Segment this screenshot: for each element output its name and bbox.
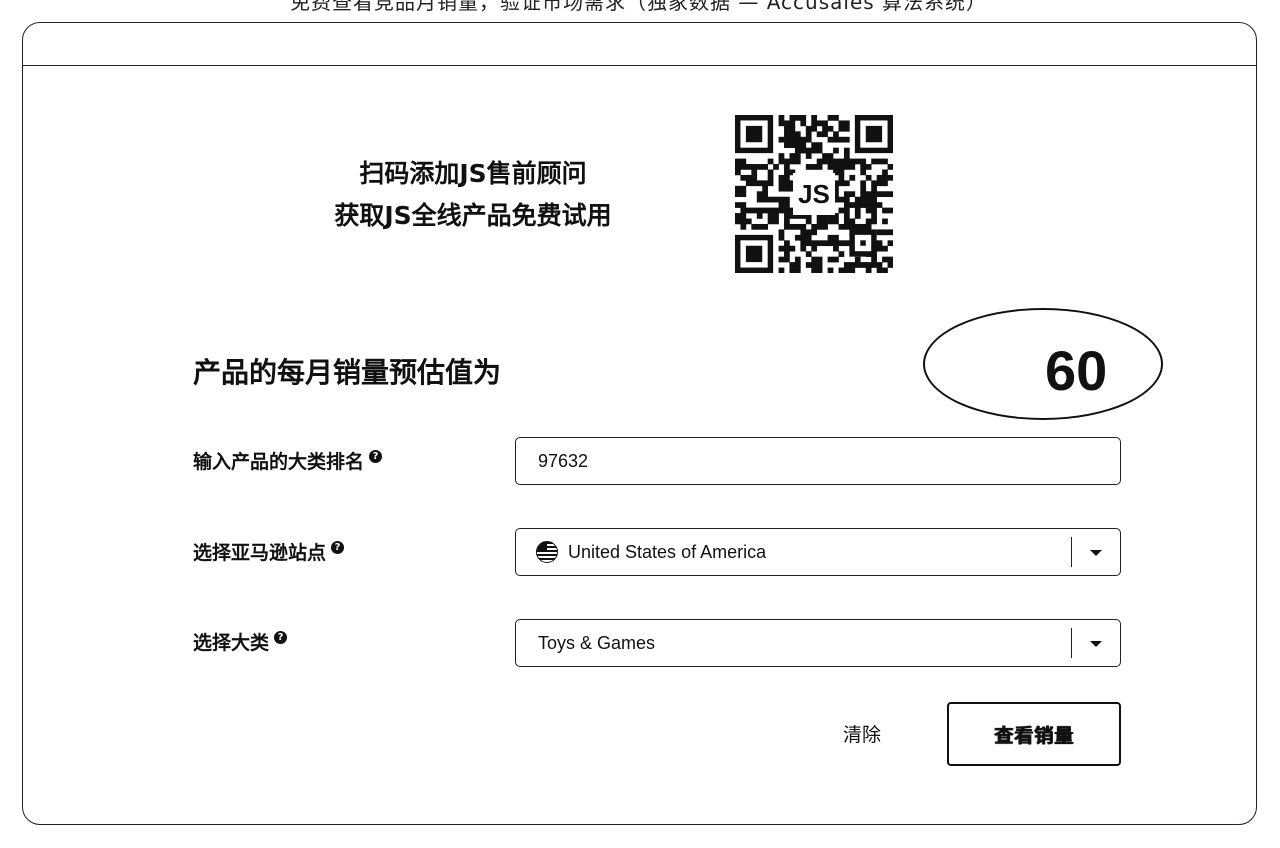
qr-code-icon: JS [735,115,893,273]
rank-label-row: 输入产品的大类排名 ? [193,447,383,474]
promo-line-1: 扫码添加JS售前顾问 [359,159,587,188]
top-banner: 免费查看竞品月销量，验证市场需求（独家数据 — Accusales 算法系统） [0,0,1280,22]
category-select-value[interactable]: Toys & Games [516,633,655,654]
rank-input-value[interactable]: 97632 [516,451,588,472]
site-label-row: 选择亚马逊站点 ? [193,538,345,565]
site-select[interactable]: United States of America [515,528,1121,576]
site-select-value[interactable]: United States of America [568,542,766,563]
help-icon[interactable]: ? [331,541,345,554]
sales-estimator-card: 扫码添加JS售前顾问 获取JS全线产品免费试用 JS 产品的每月销量预估值为 6… [22,22,1257,825]
category-select[interactable]: Toys & Games [515,619,1121,667]
query-sales-button[interactable]: 查看销量 [947,702,1121,766]
category-label: 选择大类 [193,632,270,654]
result-highlight-oval [923,308,1163,420]
chevron-down-icon[interactable] [1090,550,1102,556]
result-label: 产品的每月销量预估值为 [193,356,502,389]
clear-button[interactable]: 清除 [843,720,881,747]
rank-label: 输入产品的大类排名 [193,451,365,473]
rank-input[interactable]: 97632 [515,437,1121,485]
promo-text: 扫码添加JS售前顾问 获取JS全线产品免费试用 [273,153,673,237]
site-label: 选择亚马逊站点 [193,542,327,564]
us-flag-icon [536,541,558,563]
promo-line-2: 获取JS全线产品免费试用 [334,201,612,230]
result-value: 60 [1045,339,1108,402]
category-label-row: 选择大类 ? [193,628,288,655]
help-icon[interactable]: ? [274,631,288,644]
card-divider [23,65,1256,66]
qr-logo-text: JS [798,179,830,209]
select-divider [1071,628,1072,658]
select-divider [1071,537,1072,567]
top-banner-text: 免费查看竞品月销量，验证市场需求（独家数据 — Accusales 算法系统） [290,0,988,14]
chevron-down-icon[interactable] [1090,641,1102,647]
help-icon[interactable]: ? [369,450,383,463]
